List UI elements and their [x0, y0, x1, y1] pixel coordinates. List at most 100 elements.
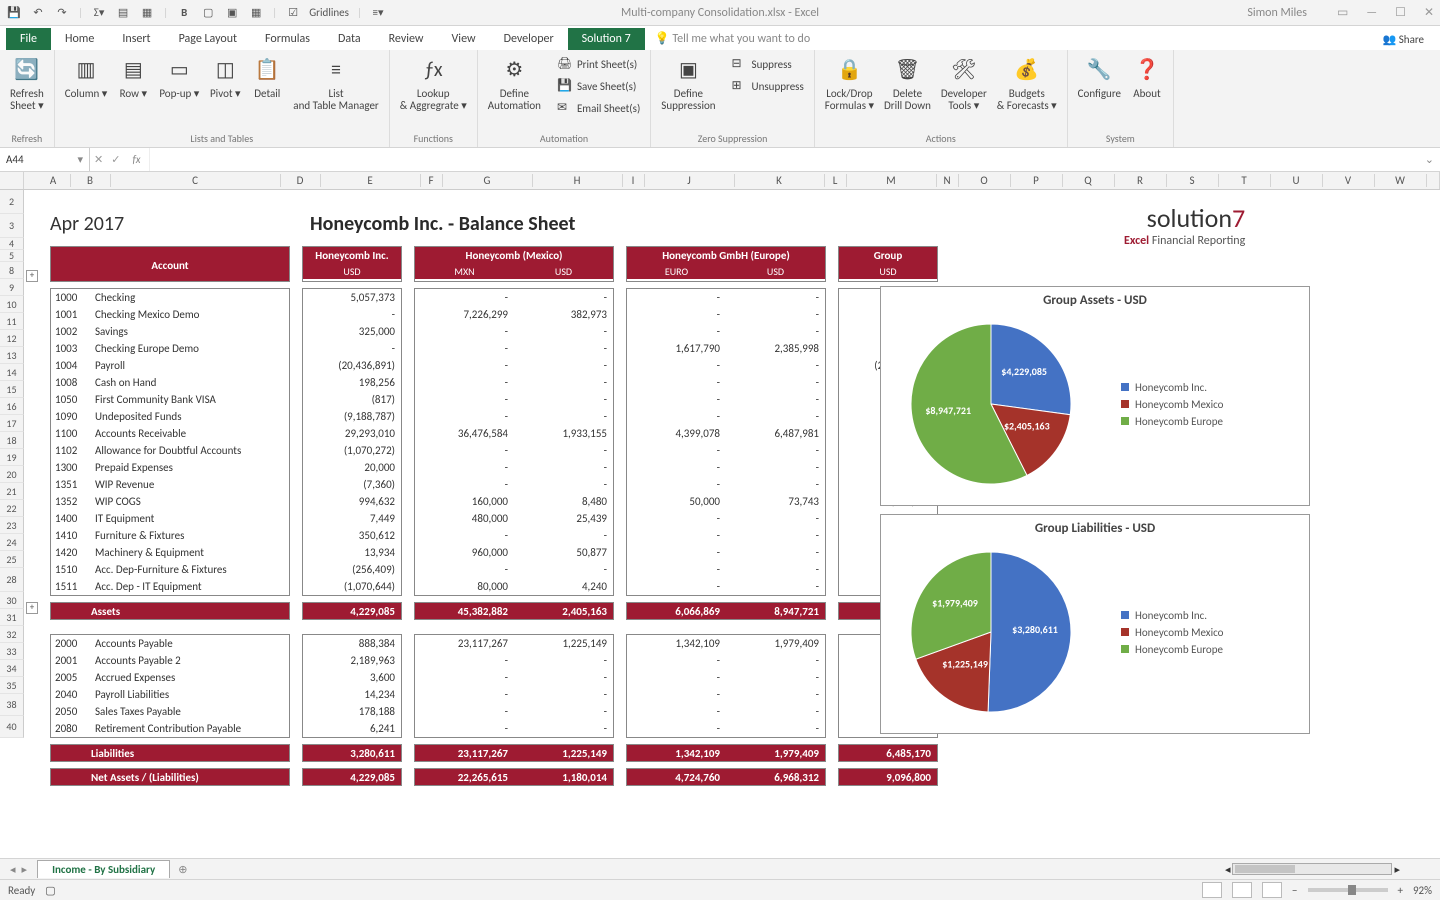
row-header[interactable]: 31	[0, 609, 24, 626]
ribbon-list-and-table-manager[interactable]: ≡Listand Table Manager	[293, 54, 378, 112]
column-header[interactable]: T	[1219, 174, 1271, 187]
column-header[interactable]: A	[37, 174, 71, 187]
row-header[interactable]: 5	[0, 250, 24, 262]
user-name[interactable]: Simon Miles	[1247, 6, 1307, 20]
row-header[interactable]: 40	[0, 716, 24, 738]
row-header[interactable]: 17	[0, 415, 24, 432]
column-header[interactable]: M	[847, 174, 937, 187]
tab-file[interactable]: File	[6, 28, 51, 50]
row-header[interactable]: 11	[0, 313, 24, 330]
macro-record-icon[interactable]: ▢	[45, 884, 55, 897]
column-header[interactable]: C	[111, 174, 281, 187]
zoom-out-icon[interactable]: −	[1292, 884, 1297, 897]
column-header[interactable]: O	[959, 174, 1011, 187]
fx-icon[interactable]: fx	[124, 153, 148, 166]
tab-solution7[interactable]: Solution 7	[568, 28, 645, 50]
ribbon-column[interactable]: ▥Column ▾	[65, 54, 108, 100]
tab-formulas[interactable]: Formulas	[251, 28, 324, 50]
column-header[interactable]: E	[321, 174, 421, 187]
row-header[interactable]: 15	[0, 381, 24, 398]
ribbon-define-automation[interactable]: ⚙DefineAutomation	[488, 54, 541, 112]
ribbon-options-icon[interactable]: ▭	[1337, 5, 1348, 20]
column-header[interactable]: P	[1011, 174, 1063, 187]
ribbon-detail[interactable]: 📋Detail	[251, 54, 283, 100]
row-header[interactable]: 3	[0, 214, 24, 238]
tab-developer[interactable]: Developer	[490, 28, 568, 50]
row-header[interactable]: 2	[0, 190, 24, 214]
tell-me[interactable]: 💡 Tell me what you want to do	[645, 27, 820, 50]
ribbon-pivot[interactable]: ◫Pivot ▾	[209, 54, 241, 100]
sum-icon[interactable]: Σ▾	[91, 5, 107, 21]
ribbon-developer-tools[interactable]: 🛠DeveloperTools ▾	[941, 54, 987, 112]
view-normal-icon[interactable]	[1202, 882, 1222, 898]
column-header[interactable]: N	[937, 174, 959, 187]
column-header[interactable]: R	[1115, 174, 1167, 187]
bold-icon[interactable]: B	[176, 5, 192, 21]
view-break-icon[interactable]	[1262, 882, 1282, 898]
select-all[interactable]	[0, 172, 24, 189]
ribbon-lookup-aggregrate[interactable]: ƒxLookup& Aggregrate ▾	[400, 54, 467, 112]
row-header[interactable]: 14	[0, 364, 24, 381]
ribbon-suppress[interactable]: ⊟Suppress	[732, 54, 804, 74]
row-header[interactable]: 32	[0, 626, 24, 643]
row-header[interactable]: 28	[0, 568, 24, 592]
row-header[interactable]: 19	[0, 449, 24, 466]
row-header[interactable]: 8	[0, 262, 24, 279]
row-header[interactable]: 35	[0, 677, 24, 694]
column-header[interactable]: W	[1375, 174, 1427, 187]
filter-icon[interactable]: ▤	[115, 5, 131, 21]
gridlines-toggle[interactable]: Gridlines	[309, 6, 349, 19]
column-header[interactable]: B	[71, 174, 111, 187]
name-box[interactable]: A44 ▾	[0, 148, 90, 171]
check-icon[interactable]: ☑	[285, 5, 301, 21]
row-header[interactable]: 12	[0, 330, 24, 347]
redo-icon[interactable]: ↷	[54, 5, 70, 21]
undo-icon[interactable]: ↶	[30, 5, 46, 21]
sort-icon[interactable]: ▦	[139, 5, 155, 21]
row-header[interactable]: 20	[0, 466, 24, 483]
column-header[interactable]: Q	[1063, 174, 1115, 187]
row-header[interactable]: 22	[0, 500, 24, 517]
column-header[interactable]: V	[1323, 174, 1375, 187]
row-header[interactable]: 30	[0, 592, 24, 609]
ribbon-pop-up[interactable]: ▭Pop-up ▾	[159, 54, 199, 100]
column-header[interactable]: H	[533, 174, 623, 187]
tab-page-layout[interactable]: Page Layout	[165, 28, 251, 50]
column-header[interactable]: S	[1167, 174, 1219, 187]
ribbon-configure[interactable]: 🔧Configure	[1078, 54, 1121, 100]
expand-formula-icon[interactable]: ⌄	[1419, 153, 1440, 166]
column-header[interactable]: I	[623, 174, 645, 187]
ribbon-budgets-forecasts[interactable]: 💰Budgets& Forecasts ▾	[997, 54, 1057, 112]
ribbon-save-sheet-s-[interactable]: 💾Save Sheet(s)	[557, 76, 640, 96]
sheet-tab-active[interactable]: Income - By Subsidiary	[37, 860, 170, 878]
tab-home[interactable]: Home	[51, 28, 108, 50]
cancel-icon[interactable]: ✕	[90, 153, 107, 166]
tab-review[interactable]: Review	[375, 28, 438, 50]
column-header[interactable]: J	[645, 174, 735, 187]
align-icon[interactable]: ≡▾	[370, 5, 386, 21]
tab-data[interactable]: Data	[324, 28, 375, 50]
row-header[interactable]: 34	[0, 660, 24, 677]
close-icon[interactable]: ✕	[1424, 5, 1434, 20]
row-header[interactable]: 33	[0, 643, 24, 660]
enter-icon[interactable]: ✓	[107, 153, 124, 166]
row-header[interactable]: 10	[0, 296, 24, 313]
save-icon[interactable]: 💾	[6, 5, 22, 21]
row-header[interactable]: 21	[0, 483, 24, 500]
row-header[interactable]: 16	[0, 398, 24, 415]
column-header[interactable]: U	[1271, 174, 1323, 187]
column-header[interactable]: K	[735, 174, 825, 187]
row-header[interactable]: 9	[0, 279, 24, 296]
row-header[interactable]: 13	[0, 347, 24, 364]
ribbon-unsuppress[interactable]: ⊞Unsuppress	[732, 76, 804, 96]
row-header[interactable]: 25	[0, 551, 24, 568]
add-sheet-icon[interactable]: ⊕	[170, 863, 195, 876]
ribbon-lock-drop-formulas[interactable]: 🔒Lock/DropFormulas ▾	[825, 54, 874, 112]
maximize-icon[interactable]: ☐	[1395, 5, 1406, 20]
formula-input[interactable]	[149, 148, 1419, 171]
row-header[interactable]: 38	[0, 694, 24, 716]
zoom-level[interactable]: 92%	[1413, 884, 1432, 897]
border-icon[interactable]: ▢	[200, 5, 216, 21]
ribbon-define-suppression[interactable]: ▣DefineSuppression	[661, 54, 715, 112]
zoom-in-icon[interactable]: +	[1398, 884, 1403, 897]
